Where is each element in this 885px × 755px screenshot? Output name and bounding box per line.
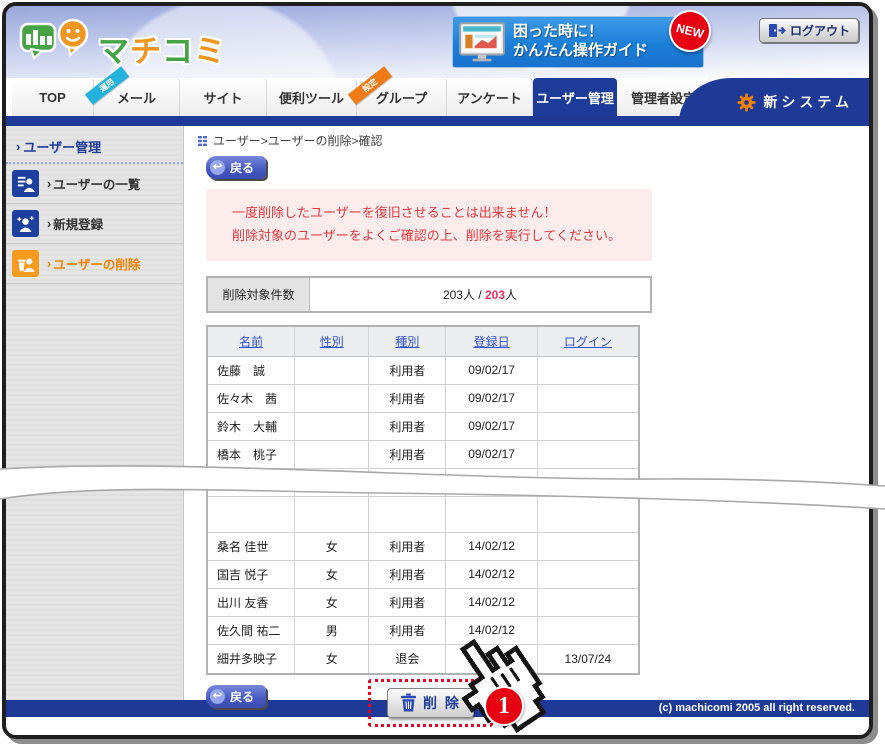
page-body: ›ユーザー管理 ›ユーザーの一覧 [6, 126, 869, 700]
new-system-label: 新システム [763, 92, 853, 112]
logo-wordmark: マチコミ [98, 26, 226, 71]
sort-gender-link: 性別 [295, 327, 369, 357]
sort-name-link: 名前 [208, 327, 295, 357]
user-list-icon [12, 170, 39, 197]
guide-banner[interactable]: 困った時に！ かんたん操作ガイド NEW [452, 16, 704, 68]
breadcrumb-grid-icon [198, 135, 208, 147]
sidebar-item-user-delete[interactable]: ›ユーザーの削除 [6, 244, 183, 284]
tab-group[interactable]: 設定グループ [357, 78, 447, 116]
tab-survey[interactable]: アンケート [447, 78, 533, 116]
table-row: 橋本 桃子利用者09/02/17 [208, 441, 638, 469]
back-button-bottom[interactable]: ↩ 戻る [206, 685, 266, 708]
sidebar-item-user-list[interactable]: ›ユーザーの一覧 [6, 164, 183, 204]
warning-box: 一度削除したユーザーを復旧させることは出来ません！ 削除対象のユーザーをよくご確… [206, 189, 652, 261]
table-row: 細井多映子女退会13/07/2313/07/24 [208, 645, 638, 673]
back-arrow-icon: ↩ [210, 689, 225, 704]
sidebar-item-new-registration[interactable]: ›新規登録 [6, 204, 183, 244]
guide-banner-line2: かんたん操作ガイド [513, 42, 648, 61]
bottom-actions: ↩ 戻る 削 除 [206, 683, 869, 735]
table-header-row: 名前 性別 種別 登録日 ログイン [208, 327, 638, 357]
monitor-icon [459, 22, 505, 62]
tab-bar: TOP 運用メール サイト 便利ツール 設定グループ アンケート ユーザー管理 … [6, 78, 869, 116]
chevron-icon: › [47, 217, 51, 231]
spacer [208, 497, 638, 533]
count-red-number: 203 [485, 288, 505, 302]
sort-type-link: 種別 [369, 327, 446, 357]
table-row: 出川 友香女利用者14/02/12 [208, 589, 638, 617]
guide-banner-line1: 困った時に！ [513, 23, 648, 42]
chevron-icon: › [16, 139, 20, 154]
app-logo[interactable]: マチコミ [18, 12, 226, 71]
sort-registered-link: 登録日 [446, 327, 537, 357]
delete-button[interactable]: 削 除 [387, 688, 474, 718]
user-table: 名前 性別 種別 登録日 ログイン 佐藤 誠利用者09/02/17佐々木 茜利用… [206, 325, 640, 675]
tab-user-management[interactable]: ユーザー管理 [533, 78, 617, 116]
tab-tools[interactable]: 便利ツール [267, 78, 357, 116]
logout-button[interactable]: ログアウト [759, 18, 859, 43]
sort-login-link: ログイン [538, 327, 638, 357]
table-row: 佐々木 茜利用者09/02/17 [208, 385, 638, 413]
warning-line2: 削除対象のユーザーをよくご確認の上、削除を実行してください。 [232, 225, 652, 248]
sidebar-title: ›ユーザー管理 [6, 126, 183, 164]
breadcrumb: ユーザー>ユーザーの削除>確認 [198, 132, 869, 149]
warning-line1: 一度削除したユーザーを復旧させることは出来ません！ [232, 202, 652, 225]
logo-mascots-icon [18, 12, 94, 70]
gear-icon [737, 93, 756, 112]
table-row: 和泉 正巳男利用者14/02/12 [208, 469, 638, 497]
table-row: 国吉 悦子女利用者14/02/12 [208, 561, 638, 589]
user-delete-icon [12, 250, 39, 277]
new-badge: NEW [665, 6, 716, 57]
table-row: 佐藤 誠利用者09/02/17 [208, 357, 638, 385]
tab-site[interactable]: サイト [180, 78, 267, 116]
delete-count-label: 削除対象件数 [208, 278, 310, 311]
logout-label: ログアウト [790, 22, 850, 39]
delete-annotation-box: 削 除 [368, 679, 493, 727]
user-add-icon [12, 210, 39, 237]
back-arrow-icon: ↩ [210, 160, 225, 175]
table-row: 佐久間 祐二男利用者14/02/12 [208, 617, 638, 645]
tab-mail[interactable]: 運用メール [94, 78, 180, 116]
tab-top[interactable]: TOP [12, 78, 94, 116]
chevron-icon: › [47, 177, 51, 191]
main-content: ユーザー>ユーザーの削除>確認 ↩ 戻る 一度削除したユーザーを復旧させることは… [184, 126, 869, 700]
logout-door-icon [768, 23, 787, 38]
table-row: 鈴木 大輔利用者09/02/17 [208, 413, 638, 441]
sidebar: ›ユーザー管理 ›ユーザーの一覧 [6, 126, 184, 700]
app-header: マチコミ 困った時に！ かんたん操作ガイド NEW [6, 6, 869, 78]
app-window: マチコミ 困った時に！ かんたん操作ガイド NEW [2, 2, 873, 739]
back-button-top[interactable]: ↩ 戻る [206, 156, 266, 179]
chevron-icon: › [47, 257, 51, 271]
new-system-link[interactable]: 新システム [679, 78, 869, 126]
screenshot-stage: マチコミ 困った時に！ かんたん操作ガイド NEW [0, 0, 885, 747]
table-row: 桑名 佳世女利用者14/02/12 [208, 533, 638, 561]
delete-count-value: 203人 / 203人 [310, 278, 650, 311]
guide-banner-text: 困った時に！ かんたん操作ガイド [513, 23, 648, 61]
trash-icon [400, 693, 417, 712]
delete-count-table: 削除対象件数 203人 / 203人 [206, 276, 652, 313]
